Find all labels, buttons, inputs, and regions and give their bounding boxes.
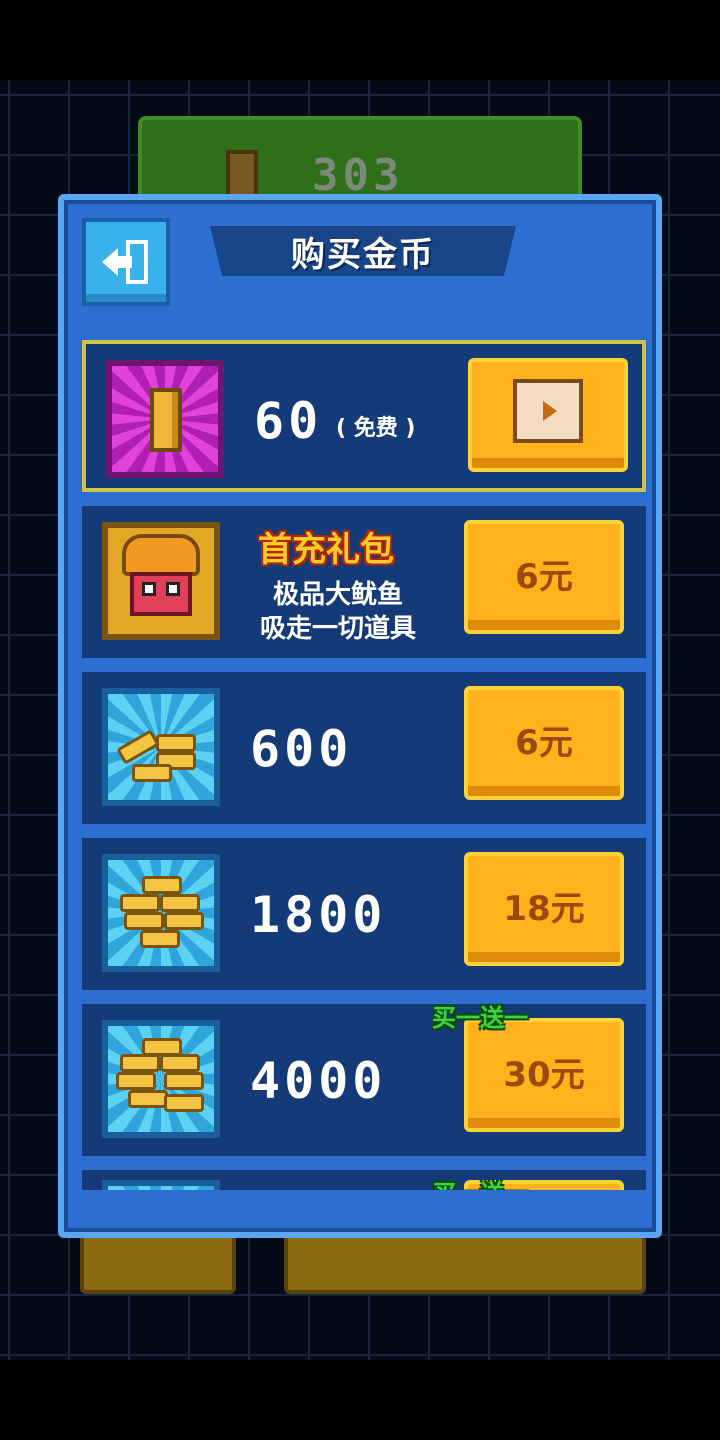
price-label: 18元 (503, 888, 585, 929)
item-amount: 1800 (250, 886, 387, 944)
gift-pack-description: 极品大鱿鱼 吸走一切道具 (248, 578, 428, 646)
price-label: 6元 (515, 722, 573, 763)
dialog-title: 购买金币 (291, 234, 435, 275)
price-label: 30元 (503, 1054, 585, 1095)
back-exit-icon (102, 240, 148, 284)
gift-pack-title: 首充礼包 (258, 530, 394, 570)
back-button[interactable] (82, 218, 170, 306)
video-play-icon (513, 379, 583, 443)
background-bottom-left-button (80, 1230, 236, 1294)
list-item-partial: 买一送一 (82, 1170, 646, 1190)
buy-coins-dialog: 购买金币 60 ( 免费 ) 首充礼包 极品大鱿鱼 吸走一切道具 6元 600 … (58, 194, 662, 1238)
list-item-first-charge-pack: 首充礼包 极品大鱿鱼 吸走一切道具 6元 (82, 506, 646, 658)
free-note: ( 免费 ) (336, 416, 416, 441)
item-amount: 600 (250, 720, 353, 778)
buy-button-600[interactable]: 6元 (464, 686, 624, 800)
single-coin-icon (106, 360, 224, 478)
coin-stack-icon (102, 1180, 220, 1190)
buy-button-1800[interactable]: 18元 (464, 852, 624, 966)
gift-desc-line1: 极品大鱿鱼 (272, 580, 403, 610)
buy-one-get-one-badge: 买一送一 (432, 1174, 528, 1190)
list-item-free-coins: 60 ( 免费 ) (82, 340, 646, 492)
list-item-600-coins: 600 6元 (82, 672, 646, 824)
list-item-1800-coins: 1800 18元 (82, 838, 646, 990)
price-label: 6元 (515, 556, 573, 597)
bullet-icon (226, 150, 258, 200)
list-item-4000-coins: 4000 买一送一 30元 (82, 1004, 646, 1156)
background-bottom-right-button (284, 1230, 646, 1294)
items-list[interactable]: 60 ( 免费 ) 首充礼包 极品大鱿鱼 吸走一切道具 6元 600 6元 18… (82, 340, 646, 1190)
buy-button-4000[interactable]: 30元 (464, 1018, 624, 1132)
watch-video-button[interactable] (468, 358, 628, 472)
title-bar: 购买金币 (210, 226, 516, 276)
item-amount: 4000 (250, 1052, 387, 1110)
coin-stack-medium-icon (102, 854, 220, 972)
buy-button-gift-pack[interactable]: 6元 (464, 520, 624, 634)
item-amount: 60 (254, 392, 323, 450)
coin-stack-small-icon (102, 688, 220, 806)
gift-desc-line2: 吸走一切道具 (259, 614, 416, 644)
squid-icon (102, 522, 220, 640)
coin-stack-large-icon (102, 1020, 220, 1138)
buy-one-get-one-badge: 买一送一 (432, 1004, 528, 1032)
